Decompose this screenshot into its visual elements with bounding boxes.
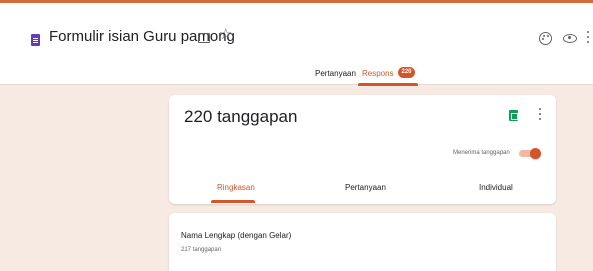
active-tab-indicator [358, 83, 418, 86]
more-vert-icon[interactable] [539, 108, 542, 122]
form-doc-icon[interactable] [31, 34, 40, 46]
tab-respons[interactable]: Respons [362, 69, 394, 78]
question-summary-card: Nama Lengkap (dengan Gelar) 217 tanggapa… [169, 213, 556, 271]
tab-pertanyaan-responses[interactable]: Pertanyaan [345, 183, 386, 192]
tab-ringkasan[interactable]: Ringkasan [217, 183, 255, 192]
star-icon[interactable]: ☆ [219, 27, 232, 42]
more-vert-icon[interactable] [587, 31, 590, 45]
accepting-responses-toggle[interactable] [519, 148, 541, 159]
active-subtab-indicator [211, 200, 255, 203]
question-title: Nama Lengkap (dengan Gelar) [181, 231, 292, 240]
question-response-count: 217 tanggapan [181, 247, 222, 253]
palette-icon[interactable] [539, 32, 552, 45]
responses-summary-card: 220 tanggapan Menerima tanggapan Ringkas… [169, 95, 556, 204]
form-header: Formulir isian Guru pamong ☆ Pertanyaan … [0, 3, 593, 86]
toggle-thumb [530, 148, 541, 159]
eye-icon[interactable] [563, 34, 577, 43]
tab-individual[interactable]: Individual [479, 183, 513, 192]
response-count-heading: 220 tanggapan [184, 107, 298, 126]
folder-icon[interactable] [198, 33, 210, 43]
accepting-responses-label: Menerima tanggapan [453, 150, 510, 156]
response-count-badge: 220 [398, 67, 415, 78]
tab-pertanyaan[interactable]: Pertanyaan [315, 69, 356, 78]
sheets-icon[interactable] [509, 110, 518, 121]
